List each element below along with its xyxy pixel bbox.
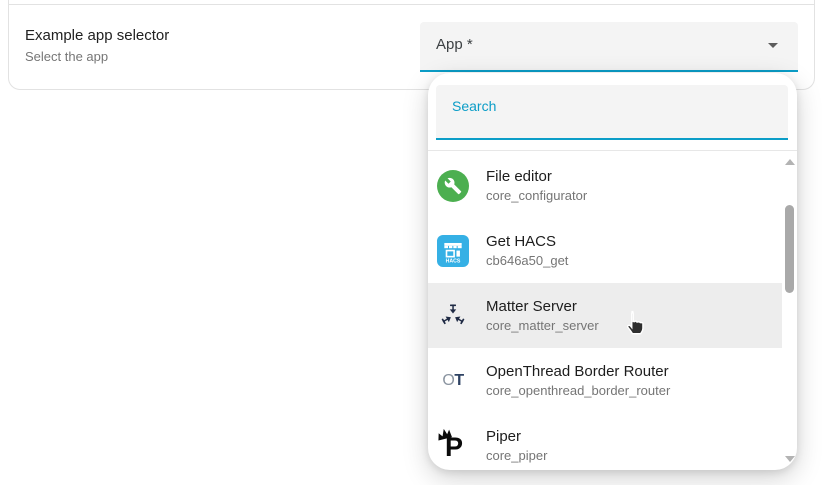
openthread-ot-icon: OT [437,365,469,397]
item-title: Matter Server [486,298,599,315]
chevron-down-icon [768,43,778,48]
scroll-down-arrow-icon[interactable] [785,456,795,462]
search-box[interactable] [436,85,788,140]
list-scrollbar[interactable] [782,153,797,470]
item-slug: core_openthread_border_router [486,383,670,398]
file-editor-wrench-icon [437,170,469,202]
card-divider [9,4,814,5]
item-title: OpenThread Border Router [486,363,670,380]
item-slug: core_matter_server [486,318,599,333]
list-item-piper[interactable]: P Piper core_piper [428,413,782,470]
setting-row-text: Example app selector Select the app [25,27,169,65]
list-item-get-hacs[interactable]: HACS Get HACS cb646a50_get [428,218,782,283]
search-input[interactable] [436,85,788,138]
hacs-store-icon: HACS [437,235,469,267]
scrollbar-thumb[interactable] [785,205,794,293]
panel-divider [428,150,797,151]
list-item-openthread-border-router[interactable]: OT OpenThread Border Router core_openthr… [428,348,782,413]
scroll-up-arrow-icon[interactable] [785,159,795,165]
item-title: Piper [486,428,547,445]
item-slug: cb646a50_get [486,253,568,268]
piper-logo-icon: P [437,430,469,462]
svg-text:HACS: HACS [446,258,461,264]
app-select-field[interactable]: App * [420,22,798,72]
item-slug: core_configurator [486,188,587,203]
matter-logo-icon [437,300,469,332]
setting-subtitle: Select the app [25,49,169,65]
app-select-label: App * [436,36,473,53]
item-title: File editor [486,168,587,185]
app-dropdown-panel: File editor core_configurator HACS Get H [428,73,797,470]
app-list: File editor core_configurator HACS Get H [428,153,797,470]
item-slug: core_piper [486,448,547,463]
item-title: Get HACS [486,233,568,250]
setting-title: Example app selector [25,27,169,45]
list-item-matter-server[interactable]: Matter Server core_matter_server [428,283,782,348]
list-item-file-editor[interactable]: File editor core_configurator [428,153,782,218]
